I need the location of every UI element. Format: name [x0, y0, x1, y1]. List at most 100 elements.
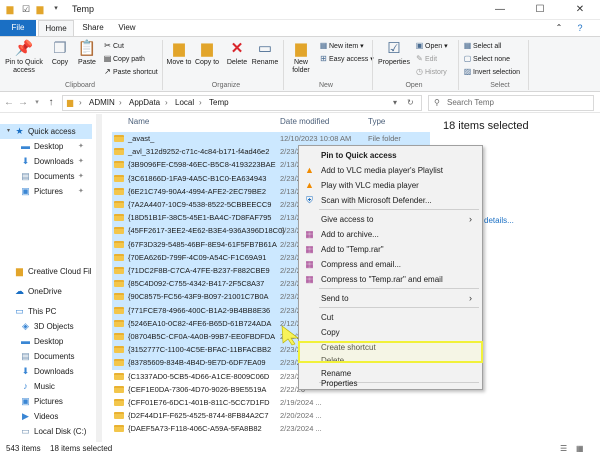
copy-to-button[interactable]: ▆ Copy to: [194, 40, 220, 67]
rename-button[interactable]: ▭ Rename: [251, 40, 279, 67]
copy-button[interactable]: ❐ Copy: [46, 40, 74, 67]
new-folder-quick-icon[interactable]: ▆: [34, 3, 46, 15]
menu-item-send-to[interactable]: Send to ›: [299, 291, 482, 306]
table-row[interactable]: {CFF01E76-6DC1-401B-811C-5CC7D1FD 2/19/20…: [112, 396, 430, 409]
easy-access-button[interactable]: ⊞Easy access ▾: [318, 53, 374, 65]
tab-view[interactable]: View: [110, 20, 144, 36]
nav-pc-desktop[interactable]: ▬ Desktop: [0, 334, 92, 349]
folder-icon: [114, 425, 124, 433]
nav-item-desktop[interactable]: ▬ Desktop ✦: [0, 139, 92, 154]
copy-path-button[interactable]: ▤ Copy path: [102, 53, 145, 65]
nav-pc-videos[interactable]: ▶ Videos: [0, 409, 92, 424]
nav-pc-downloads[interactable]: ⬇ Downloads: [0, 364, 92, 379]
breadcrumb-admin[interactable]: ADMIN: [89, 98, 115, 107]
tab-file[interactable]: File: [0, 20, 36, 36]
menu-item-vlc-play[interactable]: ▲ Play with VLC media player: [299, 178, 482, 193]
nav-pc-documents[interactable]: ▤ Documents: [0, 349, 92, 364]
paste-button[interactable]: 📋 Paste: [74, 40, 100, 67]
folder-icon: [114, 385, 124, 393]
minimize-button[interactable]: —: [480, 0, 520, 20]
nav-quick-access[interactable]: ▾ ★ Quick access: [0, 124, 92, 139]
menu-item-compress-temp-email[interactable]: ▦ Compress to "Temp.rar" and email: [299, 272, 482, 287]
properties-label: Properties: [378, 59, 410, 66]
details-view-icon[interactable]: ☰: [560, 442, 567, 456]
menu-item-pin-quick-access[interactable]: Pin to Quick access: [299, 148, 482, 163]
open-button[interactable]: ▣ Open ▾: [414, 40, 448, 52]
menu-item-add-archive[interactable]: ▦ Add to archive...: [299, 227, 482, 242]
menu-item-copy[interactable]: Copy: [299, 325, 482, 340]
nav-item-documents[interactable]: ▤ Documents ✦: [0, 169, 92, 184]
back-arrow-icon[interactable]: ←: [2, 96, 16, 110]
folder-icon: [114, 148, 124, 156]
invert-selection-button[interactable]: ▨ Invert selection: [462, 66, 520, 78]
forward-arrow-icon[interactable]: →: [16, 96, 30, 110]
nav-this-pc[interactable]: ▭ This PC: [0, 304, 92, 319]
properties-quick-icon[interactable]: ☑: [20, 3, 32, 15]
properties-button[interactable]: ☑ Properties: [376, 40, 412, 67]
menu-item-compress-email[interactable]: ▦ Compress and email...: [299, 257, 482, 272]
maximize-button[interactable]: ☐: [520, 0, 560, 20]
address-bar[interactable]: ▆ › ADMIN › AppData › Local › Temp ▾ ↻: [62, 95, 422, 111]
move-folder-icon: ▆: [173, 40, 185, 57]
pin-icon: ✦: [78, 143, 84, 150]
address-dropdown-icon[interactable]: ▾: [393, 98, 397, 107]
breadcrumb-local[interactable]: Local: [175, 98, 194, 107]
winrar-icon: ▦: [305, 274, 314, 284]
column-header-type[interactable]: Type: [368, 114, 385, 130]
column-header-date[interactable]: Date modified: [280, 114, 329, 130]
select-none-button[interactable]: ▢ Select none: [462, 53, 510, 65]
new-folder-button[interactable]: ▆ New folder: [286, 40, 316, 75]
menu-item-add-temp-rar[interactable]: ▦ Add to "Temp.rar": [299, 242, 482, 257]
help-icon[interactable]: ?: [570, 20, 590, 36]
nav-pc-pictures[interactable]: ▣ Pictures: [0, 394, 92, 409]
move-to-button[interactable]: ▆ Move to: [166, 40, 192, 67]
pin-quick-access-button[interactable]: 📌 Pin to Quick access: [4, 40, 44, 75]
menu-item-label: Properties: [321, 379, 358, 388]
file-name: {771FCE78-4966-400C-B1A2-9B4BB8E36: [128, 305, 271, 315]
folder-icon: [114, 293, 124, 301]
rename-label: Rename: [251, 59, 279, 66]
nav-item-pictures[interactable]: ▣ Pictures ✦: [0, 184, 92, 199]
menu-item-cut[interactable]: Cut: [299, 310, 482, 325]
nav-pc-local-disk[interactable]: ▭ Local Disk (C:): [0, 424, 92, 439]
winrar-icon: ▦: [305, 244, 314, 254]
recent-locations-icon[interactable]: ▾: [30, 96, 44, 110]
file-name: {70EA626D-799F-4C09-A54C-F1C69A91: [128, 252, 267, 262]
history-button[interactable]: ◷ History: [414, 66, 447, 78]
select-all-button[interactable]: ▦ Select all: [462, 40, 502, 52]
menu-item-defender-scan[interactable]: ⛨ Scan with Microsoft Defender...: [299, 193, 482, 208]
nav-item-label: Local Disk (C:): [34, 427, 87, 436]
close-button[interactable]: ✕: [560, 0, 600, 20]
delete-ribbon-button[interactable]: ✕ Delete: [224, 40, 250, 67]
nav-pc-3d-objects[interactable]: ◈ 3D Objects: [0, 319, 92, 334]
nav-creative-cloud[interactable]: ▆ Creative Cloud Fil: [0, 264, 92, 279]
nav-pc-music[interactable]: ♪ Music: [0, 379, 92, 394]
menu-item-give-access[interactable]: Give access to ›: [299, 212, 482, 227]
new-item-icon: ▦: [319, 41, 328, 50]
paste-shortcut-button[interactable]: ↗ Paste shortcut: [102, 66, 158, 78]
collapse-ribbon-icon[interactable]: ⌃: [552, 20, 566, 36]
tab-home[interactable]: Home: [38, 20, 74, 36]
up-arrow-icon[interactable]: ↑: [44, 96, 58, 110]
table-row[interactable]: {D2F44D1F-F625-4525-8744-8FB84A2C7 2/20/2…: [112, 409, 430, 422]
tiles-view-icon[interactable]: ▦: [576, 442, 584, 456]
column-header-name[interactable]: Name: [128, 114, 149, 130]
search-input[interactable]: ⚲ Search Temp: [428, 95, 594, 111]
folder-icon: [114, 346, 124, 354]
customize-toolbar-icon[interactable]: ▾: [50, 3, 62, 15]
breadcrumb-temp[interactable]: Temp: [209, 98, 229, 107]
menu-item-properties[interactable]: Properties: [299, 376, 482, 391]
breadcrumb-appdata[interactable]: AppData: [129, 98, 160, 107]
nav-item-downloads[interactable]: ⬇ Downloads ✦: [0, 154, 92, 169]
show-details-link[interactable]: details...: [484, 216, 514, 225]
tab-share[interactable]: Share: [76, 20, 110, 36]
refresh-icon[interactable]: ↻: [407, 98, 414, 107]
table-row[interactable]: {DAEF5A73-F118-406C-A59A-5FA8B82 2/23/202…: [112, 422, 430, 435]
menu-item-vlc-playlist[interactable]: ▲ Add to VLC media player's Playlist: [299, 163, 482, 178]
edit-button[interactable]: ✎ Edit: [414, 53, 437, 65]
table-row[interactable]: _avast_ 12/10/2023 10:08 AM File folder: [112, 132, 430, 146]
nav-pane-scrollbar[interactable]: [96, 114, 102, 442]
new-item-button[interactable]: ▦ New item ▾: [318, 40, 364, 52]
cut-button[interactable]: ✂ Cut: [102, 40, 124, 52]
nav-onedrive[interactable]: ☁ OneDrive: [0, 284, 92, 299]
